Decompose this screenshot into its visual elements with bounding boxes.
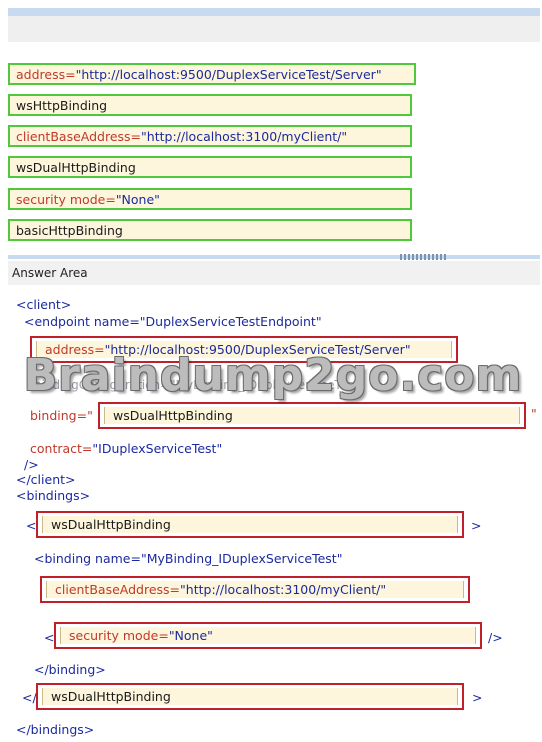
tile-value: "http://localhost:3100/myClient/" (141, 128, 348, 144)
binding-tag: <binding name= (34, 551, 141, 566)
code-contract: contract="IDuplexServiceTest" (30, 441, 222, 456)
endpoint-name-value: "DuplexServiceTestEndpoint" (139, 314, 322, 329)
code-binding-name: <binding name="MyBinding_IDuplexServiceT… (34, 551, 342, 566)
code-bindings-close: </bindings> (16, 722, 95, 737)
toolbox-header (8, 16, 540, 42)
tile-address[interactable]: address= "http://localhost:9500/DuplexSer… (8, 63, 416, 85)
slot-content: address= "http://localhost:9500/DuplexSer… (36, 341, 452, 358)
contract-attr: contract= (30, 441, 93, 456)
slot-value: "http://localhost:3100/myClient/" (180, 582, 387, 597)
slot-value: "None" (168, 628, 213, 643)
slot-label: wsDualHttpBinding (51, 517, 171, 532)
code-binding-element-gt: > (471, 518, 482, 533)
code-binding-element-lt: < (26, 518, 37, 533)
tile-basichttpbinding[interactable]: basicHttpBinding (8, 219, 412, 241)
drop-slot-address[interactable]: address= "http://localhost:9500/DuplexSer… (30, 336, 458, 363)
slot-content: security mode= "None" (60, 627, 476, 644)
tile-label: basicHttpBinding (16, 222, 123, 238)
code-binding-element-close-lt: </ (22, 690, 37, 705)
slot-label: wsDualHttpBinding (51, 689, 171, 704)
answer-area-title: Answer Area (12, 266, 88, 280)
tile-wshttpbinding[interactable]: wsHttpBinding (8, 94, 412, 116)
tile-wsdualhttpbinding[interactable]: wsDualHttpBinding (8, 156, 412, 178)
slot-label: wsDualHttpBinding (113, 408, 233, 423)
tile-security-mode[interactable]: security mode= "None" (8, 188, 412, 210)
code-binding-close-quote: " (531, 406, 537, 421)
slot-attr: address= (45, 342, 105, 357)
slot-content: wsDualHttpBinding (42, 688, 458, 705)
top-strip (8, 8, 540, 16)
code-endpoint-close: /> (24, 457, 39, 472)
code-security-lt: < (44, 630, 55, 645)
drop-slot-binding-element-open[interactable]: wsDualHttpBinding (36, 511, 464, 538)
slot-attr: security mode= (69, 628, 169, 643)
tile-clientbaseaddress[interactable]: clientBaseAddress= "http://localhost:3100… (8, 125, 412, 147)
drop-slot-client-base-address[interactable]: clientBaseAddress= "http://localhost:3100… (40, 576, 470, 603)
slot-value: "http://localhost:9500/DuplexServiceTest… (104, 342, 411, 357)
code-client-close: </client> (16, 472, 76, 487)
slot-content: clientBaseAddress= "http://localhost:3100… (46, 581, 464, 598)
tile-label: wsHttpBinding (16, 97, 108, 113)
slot-content: wsDualHttpBinding (42, 516, 458, 533)
endpoint-tag: <endpoint name= (24, 314, 140, 329)
tile-attr: address= (16, 66, 76, 82)
code-client-open: <client> (16, 297, 72, 312)
tile-value: "None" (115, 191, 160, 207)
tile-attr: clientBaseAddress= (16, 128, 142, 144)
code-binding-element-close-gt: > (472, 690, 483, 705)
code-security-close: /> (488, 630, 503, 645)
code-bindings-open: <bindings> (16, 488, 91, 503)
code-binding-attr: binding=" (30, 408, 93, 423)
contract-value: "IDuplexServiceTest" (92, 441, 223, 456)
tile-value: "http://localhost:9500/DuplexServiceTest… (75, 66, 382, 82)
answer-area-header: Answer Area (8, 261, 540, 285)
tile-label: wsDualHttpBinding (16, 159, 136, 175)
code-binding-configuration: bindingConfiguration="MyBinding_IDuplexS… (34, 378, 364, 392)
drop-slot-binding[interactable]: wsDualHttpBinding (98, 402, 526, 429)
slot-attr: clientBaseAddress= (55, 582, 181, 597)
binding-name-value: "MyBinding_IDuplexServiceTest" (140, 551, 343, 566)
code-binding-close: </binding> (34, 662, 106, 677)
slot-content: wsDualHttpBinding (104, 407, 520, 424)
drop-slot-binding-element-close[interactable]: wsDualHttpBinding (36, 683, 464, 710)
tile-attr: security mode= (16, 191, 116, 207)
code-endpoint-open: <endpoint name="DuplexServiceTestEndpoin… (24, 314, 322, 329)
drop-slot-security[interactable]: security mode= "None" (54, 622, 482, 649)
pane-divider (8, 255, 540, 259)
splitter-grip[interactable] (400, 254, 446, 260)
